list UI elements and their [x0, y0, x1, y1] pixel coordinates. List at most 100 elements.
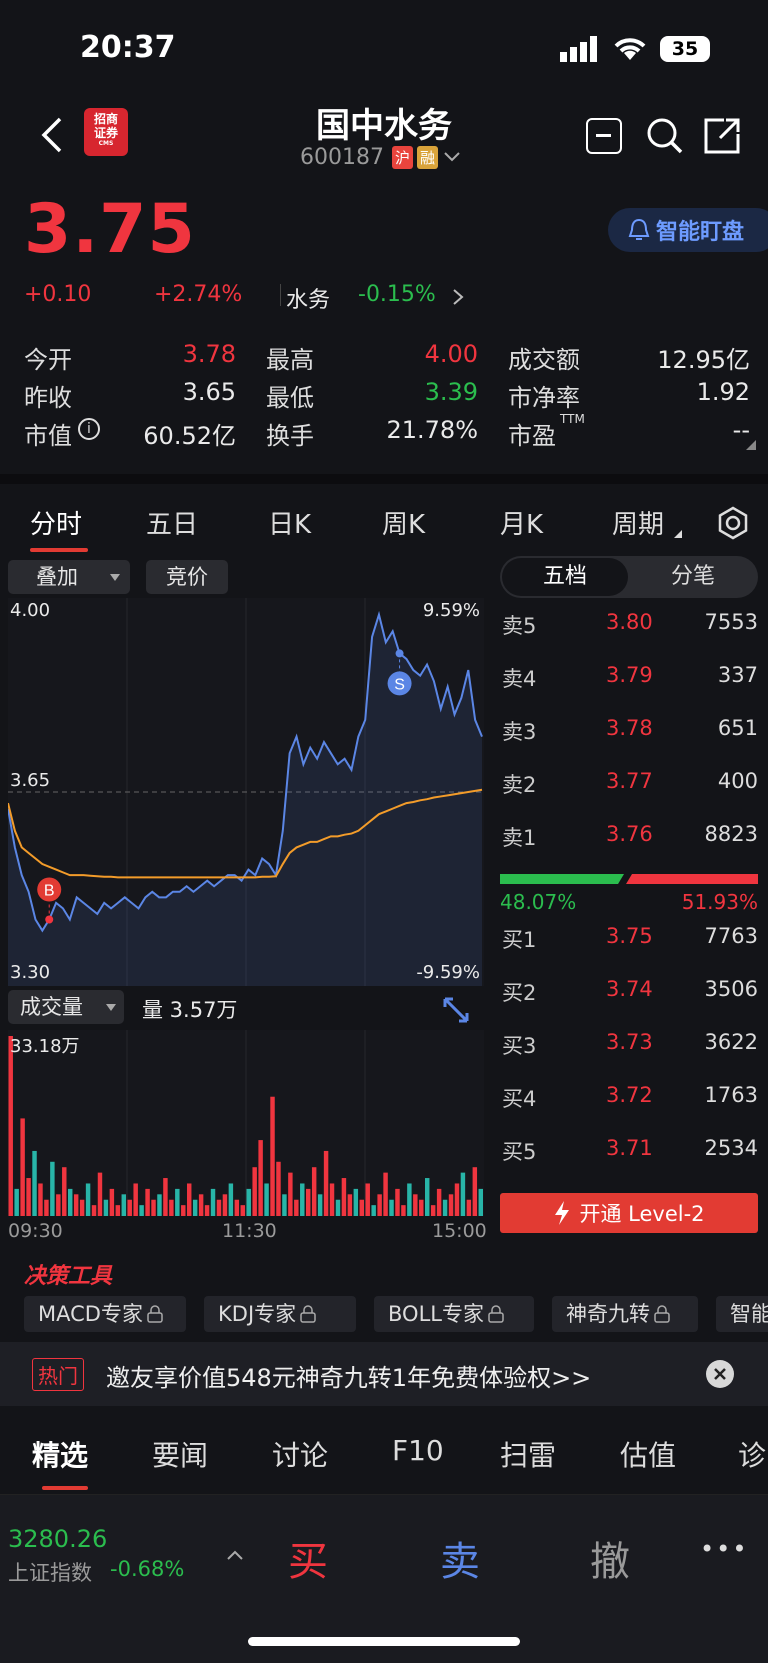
volume-bar [436, 1188, 442, 1216]
content-tab-0[interactable]: 精选 [32, 1434, 88, 1474]
stat-label: 市盈 [508, 422, 556, 450]
content-tab-5[interactable]: 估值 [620, 1434, 676, 1474]
tool-chip[interactable]: 神奇九转 [552, 1296, 698, 1332]
content-tab-3[interactable]: F10 [392, 1434, 444, 1467]
buys-level-row[interactable]: 买3 3.73 3622 [500, 1026, 758, 1066]
change-row: +0.10 +2.74% 水务 -0.15% [24, 282, 464, 314]
tool-chip[interactable]: MACD专家 [24, 1296, 186, 1332]
tab-5[interactable]: 周期 [612, 504, 664, 541]
content-tabs: 精选 要闻 讨论 F10 扫雷 估值 诊 [0, 1410, 768, 1490]
level-label: 买1 [502, 928, 537, 952]
overlay-dropdown[interactable]: 叠加 [8, 560, 130, 594]
tab-tick[interactable]: 分笔 [630, 558, 756, 596]
volume-bar [56, 1194, 61, 1216]
trade-marker-dot [45, 915, 54, 924]
promo-tag: 热门 [32, 1358, 84, 1391]
volume-bar [389, 1199, 394, 1216]
sh-badge: 沪 [391, 145, 413, 169]
lock-icon [147, 1305, 163, 1323]
buys-level-row[interactable]: 买1 3.75 7763 [500, 920, 758, 960]
tab-active-indicator [30, 548, 88, 552]
tab-2[interactable]: 日K [268, 504, 311, 541]
pe-ttm-label: TTM [560, 412, 585, 426]
buy-ratio-fill [500, 874, 624, 884]
minimize-icon[interactable] [586, 118, 622, 154]
sector-name[interactable]: 水务 [286, 282, 330, 314]
battery-icon: 35 [660, 36, 710, 62]
close-icon[interactable] [706, 1360, 734, 1388]
level-volume: 8823 [704, 822, 758, 846]
sells-level-row[interactable]: 卖3 3.78 651 [500, 712, 758, 752]
volume-bar [407, 1183, 412, 1216]
tools-row: MACD专家 KDJ专家 BOLL专家 神奇九转 智能 [24, 1296, 768, 1334]
volume-bar [133, 1183, 138, 1216]
content-tab-4[interactable]: 扫雷 [500, 1434, 556, 1474]
volume-bar [395, 1188, 400, 1216]
buy-button[interactable]: 买 [288, 1529, 328, 1587]
chevron-up-icon[interactable] [226, 1549, 244, 1561]
volume-bar [169, 1199, 174, 1216]
stat-value: 12.95亿 [657, 346, 750, 374]
level2-button[interactable]: 开通 Level-2 [500, 1193, 758, 1233]
sells-level-row[interactable]: 卖4 3.79 337 [500, 659, 758, 699]
level-volume: 337 [717, 663, 758, 687]
buys-level-row[interactable]: 买5 3.71 2534 [500, 1132, 758, 1172]
search-icon[interactable] [645, 116, 685, 156]
content-tab-1[interactable]: 要闻 [152, 1434, 208, 1474]
sells-level-row[interactable]: 卖1 3.76 8823 [500, 818, 758, 858]
level-price: 3.76 [606, 822, 653, 846]
share-icon[interactable] [702, 116, 742, 156]
volume-bar [425, 1178, 430, 1216]
volume-bar [8, 1036, 13, 1216]
info-icon[interactable]: i [78, 418, 100, 440]
volume-bar [341, 1178, 347, 1216]
sell-button[interactable]: 卖 [440, 1529, 480, 1587]
promo-banner[interactable]: 热门 邀友享价值548元神奇九转1年免费体验权>> [0, 1342, 768, 1406]
more-icon[interactable]: ••• [700, 1535, 748, 1563]
volume-bar [252, 1167, 257, 1216]
tools-title: 决策工具 [24, 1264, 113, 1289]
expand-icon[interactable] [442, 996, 470, 1024]
tab-3[interactable]: 周K [382, 504, 425, 541]
content-tab-2[interactable]: 讨论 [272, 1434, 328, 1474]
tab-0[interactable]: 分时 [30, 504, 82, 541]
tab-five-level[interactable]: 五档 [502, 558, 628, 596]
volume-bar [377, 1194, 382, 1216]
smart-alert-button[interactable]: 智能盯盘 [608, 208, 768, 252]
buys-level-row[interactable]: 买4 3.72 1763 [500, 1079, 758, 1119]
battery-level: 35 [671, 38, 699, 60]
volume-bar [91, 1205, 97, 1216]
volume-bar [14, 1188, 19, 1216]
volume-chart[interactable]: 33.18万 [8, 1030, 484, 1216]
tool-chip[interactable]: KDJ专家 [204, 1296, 356, 1332]
tool-chip[interactable]: BOLL专家 [374, 1296, 534, 1332]
content-tab-6[interactable]: 诊 [738, 1434, 766, 1474]
level-volume: 400 [717, 769, 758, 793]
level-price: 3.78 [606, 716, 653, 740]
volume-bar [228, 1183, 234, 1216]
auction-button[interactable]: 竞价 [146, 560, 228, 594]
stock-code-row[interactable]: 600187 沪 融 [300, 142, 462, 172]
sells-level-row[interactable]: 卖5 3.80 7553 [500, 606, 758, 646]
index-value[interactable]: 3280.26 [8, 1525, 107, 1553]
tool-chip-label: 神奇九转 [566, 1302, 650, 1326]
volume-bar [44, 1199, 49, 1216]
level-volume: 1763 [704, 1083, 758, 1107]
level-volume: 3506 [704, 977, 758, 1001]
buys-level-row[interactable]: 买2 3.74 3506 [500, 973, 758, 1013]
sells-level-row[interactable]: 卖2 3.77 400 [500, 765, 758, 805]
price-chart[interactable]: B S 4.00 3.65 3.30 9.59% -9.59% [8, 598, 484, 986]
volume-dropdown[interactable]: 成交量 [8, 990, 124, 1024]
volume-bar [62, 1167, 67, 1216]
cancel-button[interactable]: 撤 [590, 1529, 630, 1587]
volume-bar [20, 1118, 25, 1216]
tab-1[interactable]: 五日 [146, 504, 198, 541]
stat-value: 3.78 [182, 340, 236, 368]
level-price: 3.80 [606, 610, 653, 634]
volume-bar [300, 1183, 305, 1216]
settings-icon[interactable] [716, 506, 750, 540]
volume-bar [413, 1194, 418, 1216]
level-volume: 2534 [704, 1136, 758, 1160]
tool-chip[interactable]: 智能 [716, 1296, 768, 1332]
tab-4[interactable]: 月K [500, 504, 543, 541]
